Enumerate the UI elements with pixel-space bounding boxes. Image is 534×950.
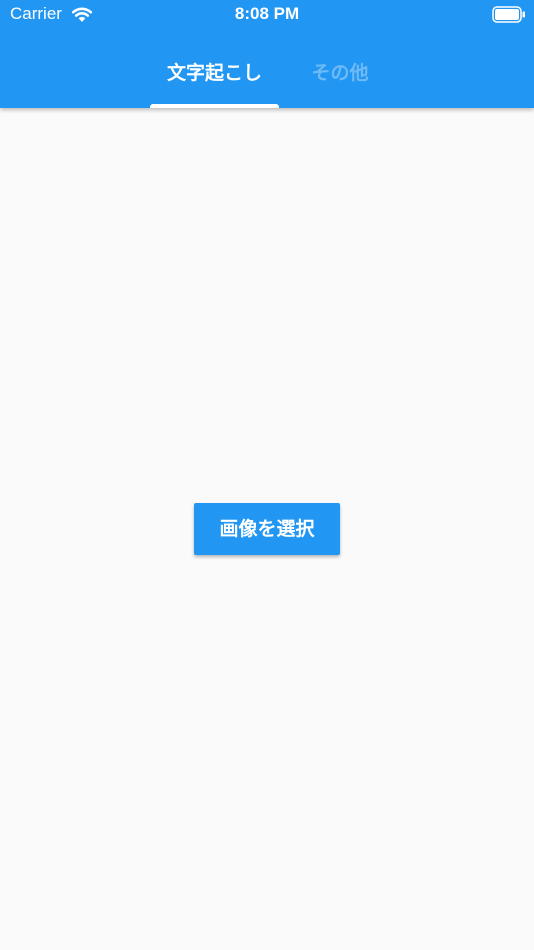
tab-other[interactable]: その他: [294, 44, 386, 108]
main-content: 画像を選択: [0, 108, 534, 950]
app-bar: Carrier 8:08 PM 文字起こし その他: [0, 0, 534, 108]
status-bar: Carrier 8:08 PM: [0, 0, 534, 30]
tab-bar: 文字起こし その他: [0, 44, 534, 108]
tab-transcription[interactable]: 文字起こし: [150, 44, 279, 108]
select-image-button[interactable]: 画像を選択: [194, 503, 340, 555]
tab-other-label: その他: [311, 62, 369, 84]
tab-indicator: [150, 104, 279, 108]
tab-transcription-label: 文字起こし: [166, 62, 262, 84]
battery-icon: [492, 6, 525, 23]
status-time: 8:08 PM: [234, 4, 300, 23]
